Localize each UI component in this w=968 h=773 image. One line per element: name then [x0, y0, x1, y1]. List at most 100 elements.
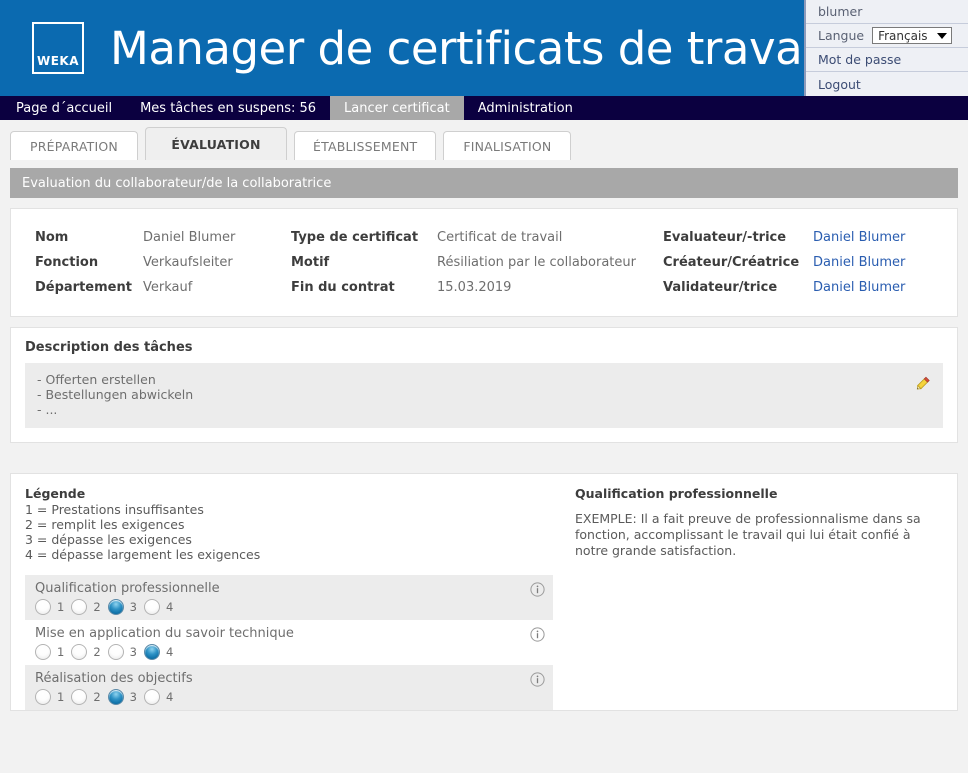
nav-item-launch-certificate[interactable]: Lancer certificat [330, 96, 464, 120]
radio-circle[interactable] [107, 599, 124, 615]
password-link[interactable]: Mot de passe [806, 48, 968, 72]
task-description-line: - Offerten erstellen [37, 372, 156, 387]
criterion-rating-group: 1 2 3 4 [35, 599, 523, 615]
rating-option-3[interactable]: 3 [107, 644, 137, 660]
criterion-info-button[interactable] [530, 672, 545, 687]
rating-option-label: 3 [129, 645, 137, 659]
pencil-icon [916, 376, 930, 390]
nav-item-pending-tasks-label: Mes tâches en suspens: 56 [140, 100, 317, 116]
criterion-rating-group: 1 2 3 4 [35, 689, 523, 705]
employee-info-card: Nom Daniel Blumer Type de certificat Cer… [10, 208, 958, 317]
criterion-info-button[interactable] [530, 582, 545, 597]
tab-establishment-label: ÉTABLISSEMENT [313, 138, 418, 154]
radio-circle[interactable] [71, 599, 88, 615]
criterion-label: Réalisation des objectifs [35, 671, 193, 686]
rating-option-4[interactable]: 4 [143, 644, 173, 660]
tab-finalisation-label: FINALISATION [463, 138, 552, 154]
info-label-departement: Département [35, 280, 132, 295]
info-label-evaluateur: Evaluateur/-trice [663, 230, 787, 245]
user-panel: blumer Langue Français Mot de passe Logo… [804, 0, 968, 96]
task-description-line: - Bestellungen abwickeln [37, 387, 194, 402]
radio-circle[interactable] [143, 644, 160, 660]
tab-finalisation[interactable]: FINALISATION [443, 131, 572, 160]
language-select[interactable]: Français [872, 27, 953, 44]
tab-establishment[interactable]: ÉTABLISSEMENT [294, 131, 437, 160]
example-title: Qualification professionnelle [575, 486, 778, 501]
info-icon [530, 672, 545, 687]
example-panel: Qualification professionnelle EXEMPLE: I… [553, 486, 943, 710]
rating-option-1[interactable]: 1 [35, 689, 64, 705]
nav-item-launch-certificate-label: Lancer certificat [344, 100, 450, 116]
radio-circle[interactable] [107, 689, 124, 705]
info-label-fonction: Fonction [35, 255, 99, 270]
info-value-fin-contrat: 15.03.2019 [437, 280, 512, 295]
radio-circle[interactable] [35, 644, 51, 660]
criterion-rating-group: 1 2 3 4 [35, 644, 523, 660]
info-value-evaluateur[interactable]: Daniel Blumer [813, 225, 957, 250]
rating-option-label: 3 [129, 600, 137, 614]
example-body: EXEMPLE: Il a fait preuve de professionn… [575, 511, 921, 558]
workflow-tabs: PRÉPARATION ÉVALUATION ÉTABLISSEMENT FIN… [0, 120, 968, 160]
rating-option-label: 3 [129, 690, 137, 704]
rating-option-label: 2 [93, 645, 101, 659]
password-link-label: Mot de passe [818, 52, 902, 67]
legend-line: 4 = dépasse largement les exigences [25, 547, 261, 562]
rating-option-4[interactable]: 4 [143, 599, 173, 615]
tab-preparation-label: PRÉPARATION [30, 138, 118, 154]
info-value-validateur[interactable]: Daniel Blumer [813, 275, 957, 300]
rating-option-1[interactable]: 1 [35, 644, 64, 660]
nav-item-home[interactable]: Page d´accueil [0, 96, 126, 120]
info-value-nom: Daniel Blumer [143, 230, 236, 245]
rating-option-4[interactable]: 4 [143, 689, 173, 705]
tab-preparation[interactable]: PRÉPARATION [10, 131, 138, 160]
info-value-createur[interactable]: Daniel Blumer [813, 250, 957, 275]
radio-circle[interactable] [71, 644, 88, 660]
info-label-motif: Motif [291, 255, 330, 270]
info-label-validateur: Validateur/trice [663, 280, 778, 295]
edit-task-description-button[interactable] [913, 373, 933, 393]
rating-option-2[interactable]: 2 [71, 644, 101, 660]
app-header: WEKA Manager de certificats de travail b… [0, 0, 968, 96]
section-header: Evaluation du collaborateur/de la collab… [10, 168, 958, 198]
rating-option-2[interactable]: 2 [71, 599, 101, 615]
logout-link-label: Logout [818, 76, 861, 92]
rating-option-1[interactable]: 1 [35, 599, 64, 615]
radio-circle[interactable] [143, 599, 160, 615]
nav-item-administration[interactable]: Administration [464, 96, 587, 120]
info-icon [530, 582, 545, 597]
info-value-type-certificat: Certificat de travail [437, 230, 563, 245]
rating-option-label: 1 [57, 600, 65, 614]
rating-option-3[interactable]: 3 [107, 599, 137, 615]
task-description-title: Description des tâches [25, 340, 193, 355]
task-description-line: - ... [37, 402, 58, 417]
task-description-card: Description des tâches - Offerten erstel… [10, 327, 958, 443]
weka-logo-text: WEKA [36, 54, 80, 68]
legend-title: Légende [25, 486, 86, 501]
info-value-departement: Verkauf [143, 280, 193, 295]
nav-item-pending-tasks[interactable]: Mes tâches en suspens: 56 [126, 96, 330, 120]
evaluation-card: Légende 1 = Prestations insuffisantes 2 … [10, 473, 958, 711]
language-select-value: Français [878, 28, 928, 43]
logout-link[interactable]: Logout [806, 72, 968, 96]
radio-circle[interactable] [35, 689, 51, 705]
rating-option-label: 2 [93, 600, 101, 614]
username-label: blumer [818, 4, 863, 19]
rating-option-3[interactable]: 3 [107, 689, 137, 705]
legend-line: 1 = Prestations insuffisantes [25, 502, 204, 517]
rating-option-label: 2 [93, 690, 101, 704]
radio-circle[interactable] [71, 689, 88, 705]
radio-circle[interactable] [143, 689, 160, 705]
rating-option-2[interactable]: 2 [71, 689, 101, 705]
tab-evaluation[interactable]: ÉVALUATION [145, 127, 287, 160]
section-header-label: Evaluation du collaborateur/de la collab… [22, 175, 332, 191]
radio-circle[interactable] [35, 599, 51, 615]
radio-circle[interactable] [107, 644, 124, 660]
criterion-info-button[interactable] [530, 627, 545, 642]
criterion-label: Mise en application du savoir technique [35, 626, 294, 641]
language-label: Langue [818, 28, 865, 43]
weka-logo: WEKA [32, 22, 84, 74]
legend-line: 2 = remplit les exigences [25, 517, 185, 532]
criterion-qualification-professionnelle: Qualification professionnelle 1 2 3 4 [25, 575, 553, 620]
info-label-createur: Créateur/Créatrice [663, 255, 800, 270]
info-label-type-certificat: Type de certificat [291, 230, 419, 245]
